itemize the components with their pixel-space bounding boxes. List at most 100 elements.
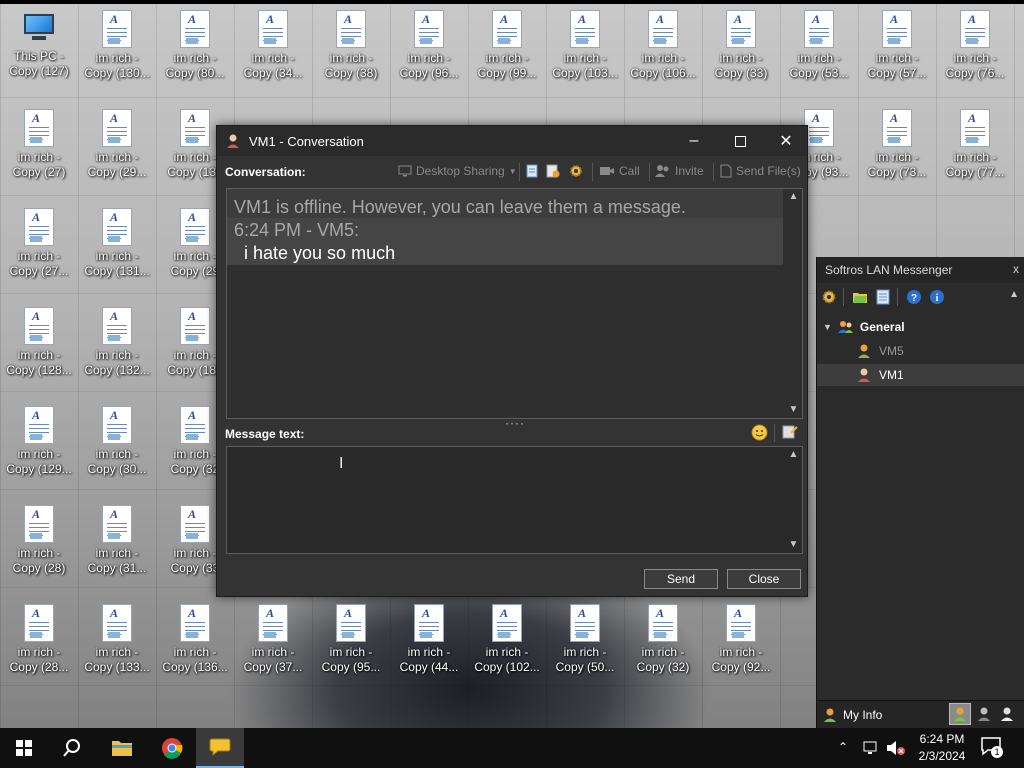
desktop-file-icon[interactable]: Aim rich - Copy (96... [391,8,467,92]
status-away-icon[interactable] [977,706,991,722]
desktop-file-icon[interactable]: Aim rich - Copy (34... [235,8,311,92]
desktop-file-icon[interactable]: Aim rich - Copy (103... [547,8,623,92]
invite-button[interactable]: Invite [655,164,704,178]
scroll-up-icon[interactable]: ▲ [785,189,802,205]
send-files-button[interactable]: Send File(s) [720,164,801,178]
this-pc-shortcut[interactable]: This PC - Copy (127) [1,8,77,92]
text-format-icon[interactable] [782,424,798,440]
desktop-file-icon[interactable]: Aim rich - Copy (99... [469,8,545,92]
emoticon-icon[interactable] [751,424,768,441]
document-icon: A [24,604,54,642]
group-general[interactable]: ▼ General [817,316,1024,338]
desktop-file-icon[interactable]: Aim rich - Copy (133... [79,602,155,686]
pane-splitter-handle[interactable]: ···· [505,417,524,429]
desktop-icon-label: im rich - Copy (76... [945,51,1005,80]
desktop-file-icon[interactable]: Aim rich - Copy (131... [79,206,155,290]
volume-muted-icon[interactable] [886,740,906,756]
chrome-button[interactable] [148,728,196,768]
search-button[interactable] [48,728,96,768]
desktop-file-icon[interactable]: Aim rich - Copy (30... [79,404,155,488]
desktop-file-icon[interactable]: Aim rich - Copy (73... [859,107,935,191]
close-panel-icon[interactable]: x [1013,262,1019,276]
status-online-button[interactable] [949,703,971,725]
contact-vm5[interactable]: VM5 [817,340,1024,362]
send-button[interactable]: Send [644,569,718,589]
desktop-icon-label: im rich - Copy (106... [630,51,696,80]
desktop-file-icon[interactable]: Aim rich - Copy (57... [859,8,935,92]
my-info-button[interactable]: My Info [843,708,882,722]
history-scrollbar[interactable]: ▲ ▼ [785,189,802,418]
settings-gear-icon[interactable] [569,164,583,178]
conversation-titlebar[interactable]: VM1 - Conversation – ✕ [217,126,807,156]
show-hidden-icons-button[interactable]: ⌃ [838,740,848,754]
desktop-icon-label: im rich - Copy (27) [12,150,66,179]
help-icon[interactable]: ? [906,289,922,305]
close-window-button[interactable]: ✕ [763,126,809,156]
desktop-file-icon[interactable]: Aim rich - Copy (38) [313,8,389,92]
toolbar-divider [519,163,520,181]
desktop-icon-label: im rich - Copy (27... [9,249,69,278]
desktop-file-icon[interactable]: Aim rich - Copy (132... [79,305,155,389]
call-button[interactable]: Call [599,164,640,178]
desktop-file-icon[interactable]: Aim rich - Copy (76... [937,8,1013,92]
desktop-file-icon[interactable]: Aim rich - Copy (102... [469,602,545,686]
desktop-file-icon[interactable]: Aim rich - Copy (50... [547,602,623,686]
settings-gear-icon[interactable] [821,289,837,305]
desktop-file-icon[interactable]: Aim rich - Copy (29... [79,107,155,191]
desktop-file-icon[interactable]: Aim rich - Copy (33) [703,8,779,92]
minimize-button[interactable]: – [671,126,717,156]
conversation-history[interactable]: VM1 is offline. However, you can leave t… [226,188,803,419]
desktop-file-icon[interactable]: Aim rich - Copy (31... [79,503,155,587]
desktop-file-icon[interactable]: Aim rich - Copy (77... [937,107,1013,191]
notes-icon[interactable] [526,164,538,178]
scroll-up-icon[interactable]: ▲ [785,447,802,463]
info-icon[interactable]: i [929,289,945,305]
desktop-file-icon[interactable]: Aim rich - Copy (44... [391,602,467,686]
desktop-file-icon[interactable]: Aim rich - Copy (80... [157,8,233,92]
desktop-file-icon[interactable]: Aim rich - Copy (27) [1,107,77,191]
desktop-icon-label: im rich - Copy (30... [87,447,147,476]
system-clock[interactable]: 6:24 PM 2/3/2024 [910,731,974,765]
close-button[interactable]: Close [727,569,801,589]
file-explorer-button[interactable] [98,728,146,768]
status-offline-icon[interactable] [1000,706,1014,722]
desktop-icon-label: im rich - Copy (44... [399,645,459,674]
desktop-file-icon[interactable]: Aim rich - Copy (28... [1,602,77,686]
desktop-file-icon[interactable]: Aim rich - Copy (27... [1,206,77,290]
start-button[interactable] [0,728,48,768]
desktop-icon-label: im rich - Copy (31... [87,546,147,575]
action-center-button[interactable]: 1 [980,736,1004,760]
desktop-icon-label: im rich - Copy (37... [243,645,303,674]
message-input[interactable]: I ▲ ▼ [226,446,803,554]
desktop-file-icon[interactable]: Aim rich - Copy (37... [235,602,311,686]
document-icon: A [180,208,210,246]
desktop-file-icon[interactable]: Aim rich - Copy (136... [157,602,233,686]
user-online-icon [954,707,966,721]
notes-icon[interactable] [876,289,890,305]
network-icon[interactable] [862,740,880,756]
desktop-file-icon[interactable]: Aim rich - Copy (53... [781,8,857,92]
messenger-titlebar[interactable]: Softros LAN Messenger x [817,257,1024,283]
scroll-down-icon[interactable]: ▼ [785,537,802,553]
maximize-button[interactable] [717,126,763,156]
input-scrollbar[interactable]: ▲ ▼ [785,447,802,553]
contact-name: VM5 [879,344,904,358]
desktop-file-icon[interactable]: Aim rich - Copy (106... [625,8,701,92]
folder-icon[interactable] [852,289,868,305]
lan-messenger-taskbar-button[interactable] [196,728,244,768]
contact-vm1[interactable]: VM1 [817,364,1024,386]
desktop-file-icon[interactable]: Aim rich - Copy (128... [1,305,77,389]
desktop-file-icon[interactable]: Aim rich - Copy (95... [313,602,389,686]
history-icon[interactable] [546,164,560,178]
desktop-file-icon[interactable]: Aim rich - Copy (32) [625,602,701,686]
desktop-icon-label: im rich - Copy (132... [84,348,150,377]
desktop-sharing-button[interactable]: Desktop Sharing ▼ [398,164,517,178]
desktop-file-icon[interactable]: Aim rich - Copy (130... [79,8,155,92]
document-icon: A [960,109,990,147]
scroll-down-icon[interactable]: ▼ [785,402,802,418]
desktop-file-icon[interactable]: Aim rich - Copy (92... [703,602,779,686]
desktop-icon-label: im rich - Copy (57... [867,51,927,80]
desktop-file-icon[interactable]: Aim rich - Copy (129... [1,404,77,488]
collapse-toolbar-icon[interactable]: ▲ [1009,289,1019,300]
desktop-file-icon[interactable]: Aim rich - Copy (28) [1,503,77,587]
